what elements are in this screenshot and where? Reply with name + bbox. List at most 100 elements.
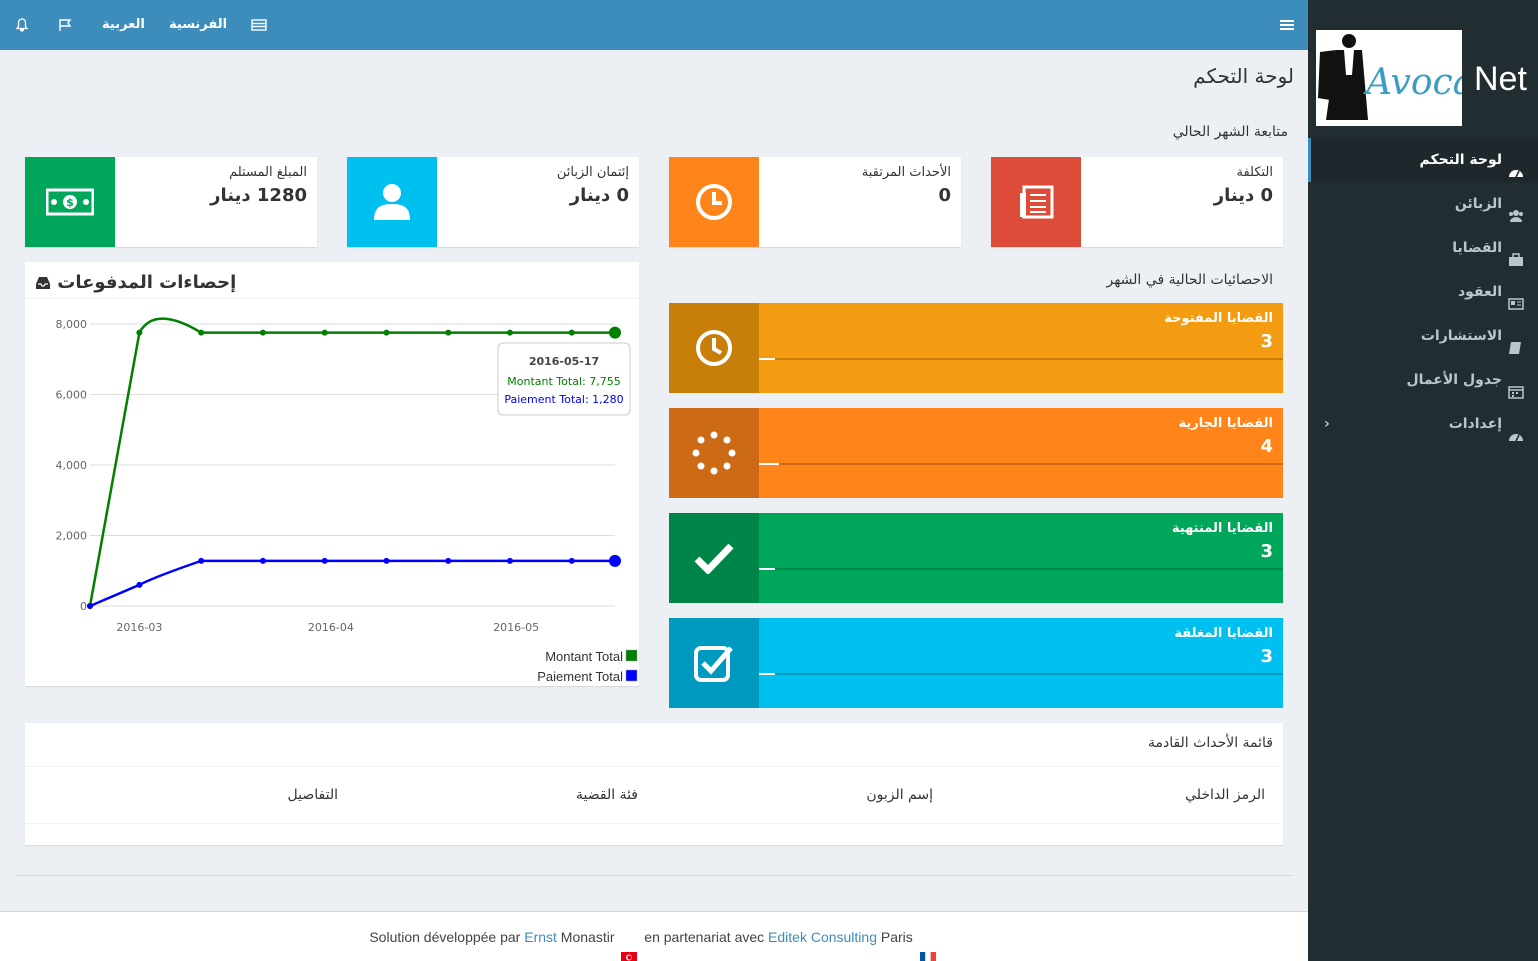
ernst-link[interactable]: Ernst — [524, 929, 557, 945]
info-box-label: التكلفة — [1236, 165, 1273, 180]
table-header-internal-code: الرمز الداخلي — [1185, 787, 1265, 803]
sidebar-item-settings[interactable]: إعدادات ‹ — [1308, 402, 1538, 446]
users-icon — [1508, 197, 1524, 222]
legend-label: Montant Total — [545, 649, 623, 664]
france-flag-icon — [919, 933, 936, 961]
data-point — [445, 557, 452, 564]
newspaper-icon — [991, 157, 1081, 247]
table-header-case-category: فئة القضية — [576, 787, 638, 803]
sidebar-menu: لوحة التحكم الزبائن القضايا العقود الاست… — [1308, 138, 1538, 446]
language-french-link[interactable]: الفرنسية — [169, 0, 227, 50]
progress-bar — [759, 358, 775, 360]
user-icon — [347, 157, 437, 247]
y-tick-label: 2,000 — [56, 530, 88, 543]
progress-bar — [759, 673, 775, 675]
stat-box-open-cases[interactable]: القضايا المفتوحة 3 — [669, 303, 1283, 393]
progress-bar — [759, 463, 779, 465]
chevron-left-icon: ‹ — [1324, 416, 1330, 432]
x-tick-label: 2016-04 — [308, 621, 354, 634]
data-point — [198, 329, 205, 336]
data-point — [507, 329, 513, 336]
info-box-value: 1280 دينار — [210, 185, 307, 206]
x-tick-label: 2016-03 — [116, 621, 162, 634]
stat-box-label: القضايا الجارية — [1178, 416, 1273, 431]
data-point — [568, 329, 575, 336]
data-point — [383, 557, 390, 564]
flag-icon[interactable] — [58, 0, 74, 50]
stat-box-value: 4 — [1260, 436, 1273, 457]
sidebar: Avoca Net لوحة التحكم الزبائن القضايا ال… — [1308, 0, 1538, 961]
month-section-title: متابعة الشهر الحالي — [1172, 124, 1288, 140]
legend-swatch — [625, 649, 638, 662]
info-box-label: إئتمان الزبائن — [556, 165, 629, 180]
info-box-label: الأحداث المرتقبة — [861, 165, 951, 180]
y-tick-label: 6,000 — [56, 389, 88, 402]
data-point — [609, 326, 621, 339]
newspaper-icon — [1508, 285, 1524, 310]
dashboard-icon — [1508, 417, 1524, 442]
brand-logo[interactable]: Avoca Net — [1308, 0, 1538, 136]
data-point — [609, 554, 621, 567]
data-point — [259, 557, 266, 564]
top-navbar: العربية الفرنسية — [0, 0, 1308, 50]
data-point — [259, 329, 266, 336]
stat-box-label: القضايا المنتهية — [1171, 521, 1273, 536]
legend-swatch — [625, 669, 638, 682]
logo-image: Avoca — [1316, 30, 1474, 126]
svg-text:$: $ — [66, 196, 74, 209]
table-header-details: التفاصيل — [287, 787, 338, 803]
data-point — [136, 581, 143, 588]
data-point — [87, 603, 93, 609]
events-panel-title: قائمة الأحداث القادمة — [1147, 735, 1273, 751]
svg-text:Avoca: Avoca — [1363, 62, 1462, 103]
checkbox-icon — [669, 618, 759, 708]
data-point — [383, 329, 390, 336]
sidebar-item-agenda[interactable]: جدول الأعمال — [1308, 358, 1538, 402]
legend-label: Paiement Total — [537, 669, 623, 684]
notifications-bell-icon[interactable] — [15, 0, 29, 50]
stat-box-value: 3 — [1260, 541, 1273, 562]
sidebar-item-contracts[interactable]: العقود — [1308, 270, 1538, 314]
tasks-icon[interactable] — [251, 0, 267, 50]
brand-name: Net — [1474, 60, 1527, 98]
stat-box-finished-cases[interactable]: القضايا المنتهية 3 — [669, 513, 1283, 603]
tunisia-flag-icon — [621, 933, 638, 961]
info-box-value: 0 — [938, 185, 951, 206]
sidebar-item-consultations[interactable]: الاستشارات — [1308, 314, 1538, 358]
data-point — [568, 557, 575, 564]
payments-line-chart: 0 2,000 4,000 6,000 8,000 2016-03 2016-04 2016-… — [56, 317, 638, 684]
info-box-upcoming-events: الأحداث المرتقبة 0 — [669, 157, 961, 247]
footer: Solution développée par Ernst Monastir e… — [0, 911, 1308, 961]
stats-section-title: الاحصائيات الحالية في الشهر — [1106, 272, 1274, 288]
payments-chart-panel: إحصاءات المدفوعات 0 2,000 4,000 6,000 8,000 2… — [25, 262, 639, 686]
editek-link[interactable]: Editek Consulting — [768, 929, 877, 945]
stat-box-value: 3 — [1260, 331, 1273, 352]
briefcase-icon — [1508, 241, 1524, 266]
stat-box-ongoing-cases[interactable]: القضايا الجارية 4 — [669, 408, 1283, 498]
tooltip-line1: Montant Total: 7,755 — [507, 375, 620, 388]
data-point — [445, 329, 452, 336]
info-box-value: 0 دينار — [569, 185, 629, 206]
tooltip-line2: Paiement Total: 1,280 — [504, 393, 623, 406]
data-point — [507, 557, 513, 564]
sidebar-item-cases[interactable]: القضايا — [1308, 226, 1538, 270]
x-tick-label: 2016-05 — [493, 621, 539, 634]
y-tick-label: 8,000 — [56, 318, 88, 331]
data-point — [321, 329, 328, 336]
sidebar-item-clients[interactable]: الزبائن — [1308, 182, 1538, 226]
stat-box-closed-cases[interactable]: القضايا المغلقة 3 — [669, 618, 1283, 708]
sidebar-item-dashboard[interactable]: لوحة التحكم — [1308, 138, 1538, 182]
spinner-icon — [669, 408, 759, 498]
language-arabic-link[interactable]: العربية — [102, 0, 145, 50]
table-header-client-name: إسم الزبون — [866, 787, 933, 803]
calendar-icon — [1508, 373, 1524, 399]
book-icon — [1508, 329, 1524, 354]
sidebar-toggle-icon[interactable] — [1280, 0, 1294, 50]
data-point — [198, 557, 205, 564]
money-icon: $ — [25, 157, 115, 247]
stat-box-label: القضايا المغلقة — [1174, 626, 1273, 641]
clock-icon — [669, 157, 759, 247]
info-box-label: المبلغ المستلم — [229, 165, 307, 180]
info-box-cost: التكلفة 0 دينار — [991, 157, 1283, 247]
dashboard-icon — [1508, 153, 1524, 178]
